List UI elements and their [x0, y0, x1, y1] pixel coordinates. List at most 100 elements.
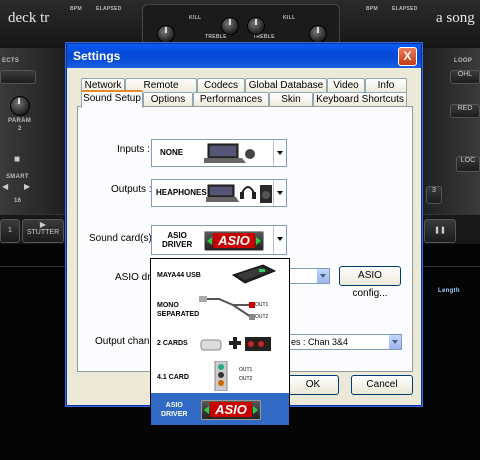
deck-3-label: 3	[432, 187, 436, 194]
dj-top-bar: deck tr BPM ELAPSED KILL KILL TREBLE TRE…	[0, 0, 480, 48]
inputs-label: Inputs :	[117, 144, 150, 155]
bpm-label-right: BPM	[366, 6, 379, 12]
loc-label: LOC	[460, 157, 476, 164]
splitter-cable-icon	[199, 296, 255, 320]
close-icon: X	[403, 49, 412, 63]
tab-global-database[interactable]: Global Database	[245, 78, 327, 93]
soundcard-label: Sound card(s) :	[89, 233, 158, 244]
red-button[interactable]: RED	[450, 104, 480, 118]
out1-label: OUT1	[239, 367, 253, 373]
title-bar[interactable]: Settings X	[67, 44, 421, 68]
out1-label: OUT1	[255, 302, 269, 308]
close-button[interactable]: X	[398, 47, 417, 66]
bpm-label-left: BPM	[70, 6, 83, 12]
outputs-value: HEAPHONES	[156, 188, 207, 197]
option-label: MONO	[157, 302, 179, 309]
treble-knob-left[interactable]	[221, 17, 239, 35]
asio-logo-text: ASIO	[213, 233, 255, 248]
pause-button[interactable]: ❚❚	[424, 219, 456, 243]
next-arrow-icon[interactable]: ▶	[24, 182, 30, 191]
ohl-button[interactable]: OHL	[450, 70, 480, 84]
asio-logo: ASIO	[201, 400, 261, 420]
deck-1-label: 1	[8, 227, 12, 234]
soundcard-select[interactable]: ASIO DRIVER ASIO	[151, 225, 287, 255]
param-label: PARAM	[8, 118, 32, 124]
red-label: RED	[457, 105, 473, 112]
effect-select[interactable]	[0, 70, 36, 84]
option-label: ASIO	[165, 402, 183, 409]
deck-1-button[interactable]: 1	[0, 219, 20, 243]
soundcard-value-line1: ASIO	[167, 231, 187, 240]
asio-logo-text: ASIO	[210, 402, 252, 417]
out2-label: OUT2	[239, 376, 253, 382]
chevron-down-icon[interactable]	[317, 269, 329, 283]
elapsed-label-left: ELAPSED	[96, 6, 122, 12]
out2-label: OUT2	[255, 314, 269, 320]
stutter-label: STUTTER	[26, 229, 60, 236]
tab-info[interactable]: Info	[365, 78, 407, 93]
soundcard-option-mono-separated[interactable]: MONO SEPARATED OUT1 OUT2	[151, 289, 289, 327]
deck-3-button[interactable]: 3	[426, 186, 442, 204]
ok-button[interactable]: OK	[287, 375, 339, 395]
outputs-dropdown-arrow[interactable]	[273, 180, 286, 206]
play-icon: ▶	[39, 220, 47, 229]
left-deck-title: deck tr	[8, 10, 50, 26]
cancel-button[interactable]: Cancel	[351, 375, 413, 395]
mixer-knob[interactable]	[157, 25, 175, 43]
inputs-value: NONE	[160, 148, 184, 157]
tab-codecs[interactable]: Codecs	[197, 78, 245, 93]
right-deck-title: a song	[436, 10, 475, 26]
mixer-knob[interactable]	[309, 25, 327, 43]
option-label: 4.1 CARD	[157, 374, 189, 381]
param-knob[interactable]	[10, 96, 30, 116]
stutter-button[interactable]: ▶ STUTTER	[22, 219, 64, 243]
lock-icon[interactable]: ■	[14, 154, 20, 165]
soundcard-value-line2: DRIVER	[162, 240, 193, 249]
tab-performances[interactable]: Performances	[193, 92, 269, 107]
tab-options[interactable]: Options	[143, 92, 193, 107]
soundcard-dropdown-arrow[interactable]	[273, 226, 286, 254]
usb-soundcard-icon	[231, 264, 277, 284]
window-title: Settings	[73, 49, 121, 63]
tab-sound-setup[interactable]: Sound Setup	[81, 90, 143, 108]
option-label-line2: SEPARATED	[157, 311, 200, 318]
output-channels-select[interactable]: es : Chan 3&4	[287, 334, 402, 350]
tab-video[interactable]: Video	[327, 78, 365, 93]
smart-number: 16	[14, 198, 22, 204]
prev-arrow-icon[interactable]: ◀	[2, 182, 8, 191]
smart-label: SMART	[6, 174, 29, 180]
ohl-label: OHL	[457, 71, 473, 78]
inputs-dropdown-arrow[interactable]	[273, 140, 286, 166]
outputs-select[interactable]: HEAPHONES	[151, 179, 287, 207]
loc-button[interactable]: LOC	[456, 156, 480, 172]
pause-icon: ❚❚	[434, 227, 446, 234]
chevron-down-icon[interactable]	[389, 335, 401, 349]
treble-knob-right[interactable]	[247, 17, 265, 35]
elapsed-label-right: ELAPSED	[392, 6, 418, 12]
param-number: 2	[18, 126, 22, 132]
soundcard-option-maya44[interactable]: MAYA44 USB	[151, 259, 289, 289]
loop-label: LOOP	[454, 58, 473, 64]
asio-driver-select[interactable]	[289, 268, 330, 284]
card-outputs-icon	[214, 361, 228, 391]
laptop-icon	[204, 143, 255, 163]
soundcard-option-2-cards[interactable]: 2 CARDS	[151, 327, 289, 359]
treble-label-left: TREBLE	[205, 34, 227, 40]
asio-config-button[interactable]: ASIO config...	[339, 266, 401, 299]
option-label: MAYA44 USB	[157, 272, 201, 279]
asio-logo: ASIO	[204, 231, 264, 251]
soundcard-option-asio-driver[interactable]: ASIO DRIVER ASIO	[151, 393, 289, 425]
tab-skin[interactable]: Skin	[269, 92, 313, 107]
mixer-panel: KILL KILL TREBLE TREBLE	[142, 4, 340, 48]
length-label: Length	[438, 288, 460, 294]
effects-label: ECTS	[2, 58, 20, 64]
tab-keyboard-shortcuts[interactable]: Keyboard Shortcuts	[313, 92, 407, 107]
kill-label-left: KILL	[189, 15, 202, 21]
soundcard-option-4-1-card[interactable]: 4.1 CARD OUT1 OUT2	[151, 359, 289, 393]
inputs-select[interactable]: NONE	[151, 139, 287, 167]
two-cards-icon	[200, 337, 271, 351]
option-label: 2 CARDS	[157, 340, 188, 347]
outputs-label: Outputs :	[111, 184, 152, 195]
kill-label-right: KILL	[283, 15, 296, 21]
soundcard-dropdown-list: MAYA44 USB MONO SEPARATED OUT1 OUT2 2 CAR…	[150, 258, 290, 426]
